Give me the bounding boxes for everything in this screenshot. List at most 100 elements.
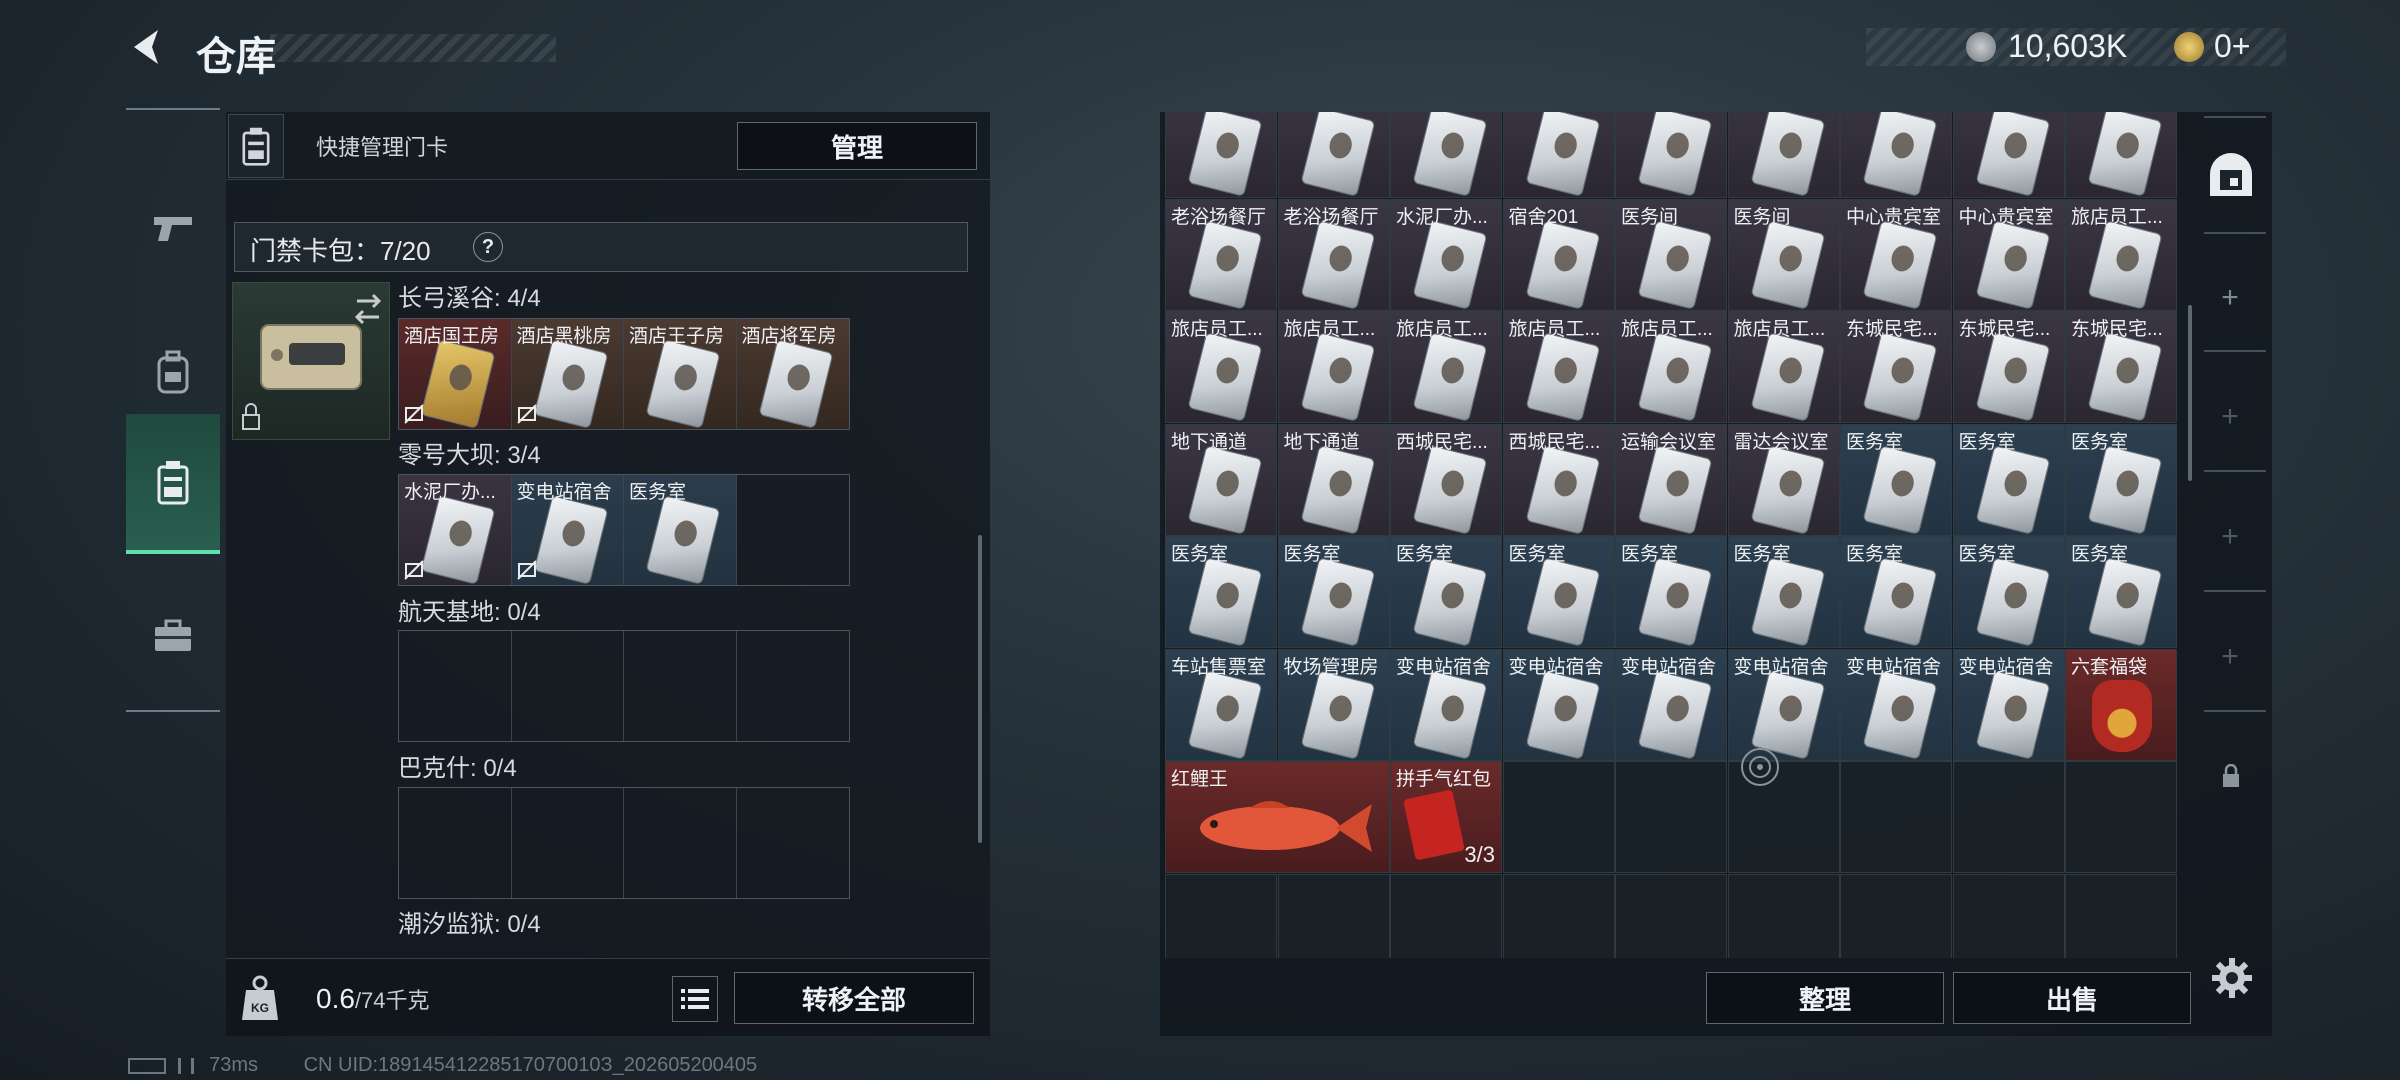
storage-cell[interactable] [1840,112,1952,198]
storage-cell[interactable]: 六套福袋 [2065,648,2177,761]
keycard-slot[interactable]: 医务室 [624,475,737,585]
storage-cell[interactable]: 医务室 [1952,423,2065,536]
add-slot-icon[interactable]: + [2218,281,2242,314]
storage-cell[interactable]: 宿舍201 [1502,198,1615,311]
storage-cell[interactable]: 老浴场餐厅 [1165,198,1277,311]
storage-cell[interactable]: 东城民宅... [1952,311,2065,423]
storage-cell[interactable]: 医务间 [1615,198,1727,311]
empty-slot[interactable] [737,631,850,741]
storage-cell[interactable]: 医务间 [1727,198,1840,311]
back-arrow-icon[interactable] [124,24,170,70]
storage-cell[interactable] [1502,112,1615,198]
gear-icon[interactable] [2210,956,2254,1000]
rail-item-toolbox[interactable] [126,566,220,706]
fish-item[interactable]: 红鲤王 [1165,761,1390,873]
storage-cell[interactable] [1390,112,1502,198]
empty-cell[interactable] [1165,873,1277,958]
keycard-slot[interactable]: 酒店国王房 [399,319,512,429]
empty-cell[interactable] [1502,761,1615,873]
empty-cell[interactable] [1840,873,1952,958]
empty-cell[interactable] [1615,873,1727,958]
keycard-slot[interactable]: 变电站宿舍 [511,475,624,585]
storage-cell[interactable]: 旅店员工... [1502,311,1615,423]
sell-button[interactable]: 出售 [1953,972,2191,1024]
empty-slot[interactable] [737,788,850,898]
rail-item-weapons[interactable] [126,158,220,298]
rail-item-keycards[interactable] [126,414,220,554]
storage-cell[interactable]: 变电站宿舍 [1390,648,1502,761]
keycard-slot[interactable]: 水泥厂办... [399,475,512,585]
empty-cell[interactable] [1277,873,1390,958]
storage-cell[interactable]: 医务室 [2065,423,2177,536]
storage-cell[interactable]: 西城民宅... [1390,423,1502,536]
storage-cell[interactable]: 旅店员工... [1615,311,1727,423]
empty-cell[interactable] [1840,761,1952,873]
empty-cell[interactable] [1727,873,1840,958]
storage-cell[interactable]: 变电站宿舍 [1615,648,1727,761]
safe-box-icon[interactable] [2206,150,2256,200]
storage-cell[interactable]: 车站售票室 [1165,648,1277,761]
storage-cell[interactable]: 西城民宅... [1502,423,1615,536]
storage-cell[interactable]: 水泥厂办... [1390,198,1502,311]
storage-cell[interactable]: 变电站宿舍 [1840,648,1952,761]
manage-button[interactable]: 管理 [737,122,977,170]
empty-slot[interactable] [512,631,624,741]
storage-cell[interactable]: 变电站宿舍 [1952,648,2065,761]
empty-slot[interactable] [624,631,737,741]
help-button[interactable]: ? [473,232,503,262]
keycard-slot[interactable]: 酒店黑桃房 [511,319,624,429]
storage-cell[interactable]: 医务室 [1727,536,1840,648]
storage-cell[interactable]: 地下通道 [1277,423,1390,536]
storage-cell[interactable]: 旅店员工... [2065,198,2177,311]
storage-cell[interactable] [1727,112,1840,198]
storage-cell[interactable]: 医务室 [1502,536,1615,648]
storage-cell[interactable]: 旅店员工... [1165,311,1277,423]
empty-slot[interactable] [512,788,624,898]
keycard-case-image[interactable] [232,282,390,440]
keycard-slot[interactable]: 酒店王子房 [624,319,737,429]
storage-cell[interactable]: 中心贵宾室 [1952,198,2065,311]
storage-cell[interactable]: 老浴场餐厅 [1277,198,1390,311]
storage-cell[interactable]: 医务室 [1277,536,1390,648]
storage-cell[interactable] [1165,112,1277,198]
storage-cell[interactable]: 医务室 [1390,536,1502,648]
red-envelope-item[interactable]: 拼手气红包 3/3 [1390,761,1502,873]
storage-cell[interactable]: 东城民宅... [1840,311,1952,423]
storage-cell[interactable]: 东城民宅... [2065,311,2177,423]
empty-slot[interactable] [399,788,512,898]
storage-cell[interactable]: 变电站宿舍 [1727,648,1840,761]
storage-cell[interactable]: 雷达会议室 [1727,423,1840,536]
storage-cell[interactable]: 旅店员工... [1390,311,1502,423]
storage-cell[interactable]: 运输会议室 [1615,423,1727,536]
add-slot-icon[interactable]: + [2218,640,2242,673]
storage-cell[interactable]: 医务室 [1952,536,2065,648]
storage-cell[interactable]: 变电站宿舍 [1502,648,1615,761]
storage-cell[interactable]: 中心贵宾室 [1840,198,1952,311]
storage-cell[interactable] [1277,112,1390,198]
storage-cell[interactable] [1952,112,2065,198]
add-slot-icon[interactable]: + [2218,520,2242,553]
storage-cell[interactable]: 医务室 [1840,536,1952,648]
empty-slot[interactable] [399,631,512,741]
storage-cell[interactable] [1615,112,1727,198]
storage-cell[interactable]: 医务室 [1165,536,1277,648]
empty-slot[interactable] [737,475,850,585]
empty-cell[interactable] [1952,873,2065,958]
storage-scrollbar[interactable] [2188,305,2192,481]
empty-cell[interactable] [1390,873,1502,958]
storage-cell[interactable]: 医务室 [2065,536,2177,648]
empty-slot[interactable] [624,788,737,898]
storage-cell[interactable]: 地下通道 [1165,423,1277,536]
list-icon[interactable] [672,976,718,1022]
storage-cell[interactable]: 牧场管理房 [1277,648,1390,761]
left-scrollbar[interactable] [978,535,982,843]
storage-cell[interactable] [2065,112,2177,198]
storage-cell[interactable]: 医务室 [1840,423,1952,536]
keycard-slot[interactable]: 酒店将军房 [736,319,849,429]
empty-cell[interactable] [1615,761,1727,873]
empty-cell[interactable] [2065,761,2177,873]
storage-cell[interactable]: 旅店员工... [1277,311,1390,423]
add-slot-icon[interactable]: + [2218,400,2242,433]
empty-cell[interactable] [2065,873,2177,958]
organize-button[interactable]: 整理 [1706,972,1944,1024]
